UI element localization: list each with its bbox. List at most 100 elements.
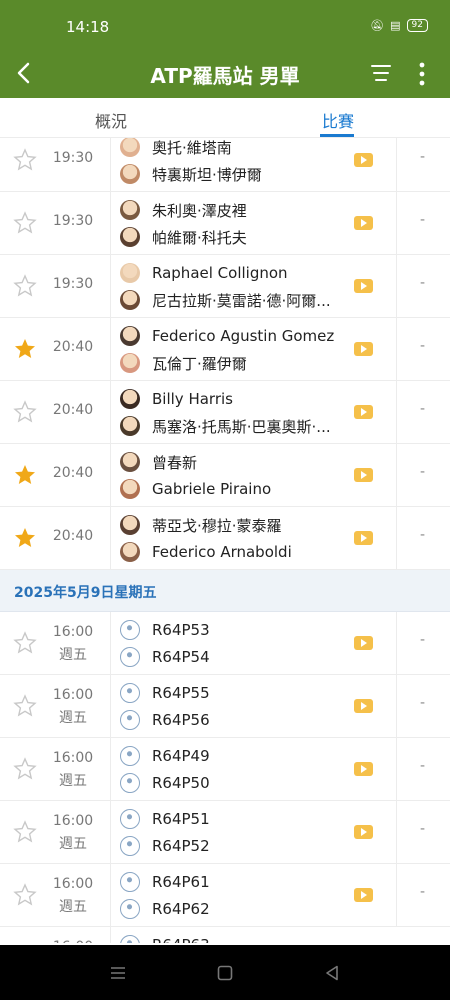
divider bbox=[396, 738, 397, 801]
star-outline-icon[interactable] bbox=[13, 883, 37, 907]
battery-icon: 92 bbox=[406, 19, 428, 32]
video-icon[interactable] bbox=[354, 699, 373, 713]
player-placeholder-icon bbox=[120, 773, 140, 793]
app-header: 14:18 🔕︎ ▤ 92 ATP羅馬站 男單 bbox=[0, 0, 450, 98]
player: 帕維爾·科托夫 bbox=[120, 225, 247, 249]
match-row[interactable]: 16:00週五R64P63 bbox=[0, 927, 450, 943]
video-icon[interactable] bbox=[354, 279, 373, 293]
match-list[interactable]: 19:30 奧托·維塔南 特裏斯坦·博伊爾 - 19:30 朱利奧·澤皮裡帕維爾·科托夫 -… bbox=[0, 138, 450, 943]
divider bbox=[396, 864, 397, 927]
video-icon[interactable] bbox=[354, 888, 373, 902]
video-icon[interactable] bbox=[354, 405, 373, 419]
player-avatar bbox=[120, 452, 140, 472]
match-score: - bbox=[420, 884, 426, 900]
match-time: 16:00 bbox=[52, 687, 94, 703]
signal-icon: ▤ bbox=[390, 19, 401, 32]
match-row[interactable]: 20:40 蒂亞戈·穆拉·蒙泰羅 Federico Arnaboldi - bbox=[0, 507, 450, 570]
match-row[interactable]: 20:40 Federico Agustin Gomez 瓦倫丁·羅伊爾 - bbox=[0, 318, 450, 381]
player-name: 馬塞洛·托馬斯·巴裏奧斯·... bbox=[152, 417, 331, 436]
video-icon[interactable] bbox=[354, 636, 373, 650]
player-placeholder-icon bbox=[120, 872, 140, 892]
player-placeholder-icon bbox=[120, 746, 140, 766]
divider bbox=[110, 255, 111, 318]
player-avatar bbox=[120, 263, 140, 283]
player-name: R64P53 bbox=[152, 621, 210, 639]
match-row[interactable]: 20:40 曾春新 Gabriele Piraino - bbox=[0, 444, 450, 507]
video-icon[interactable] bbox=[354, 153, 373, 167]
match-row[interactable]: 16:00 週五 R64P53 R64P54 - bbox=[0, 612, 450, 675]
match-row[interactable]: 19:30 朱利奧·澤皮裡 帕維爾·科托夫 - bbox=[0, 192, 450, 255]
match-row[interactable]: 19:30 奧托·維塔南 特裏斯坦·博伊爾 - bbox=[0, 138, 450, 192]
divider bbox=[396, 444, 397, 507]
video-icon[interactable] bbox=[354, 531, 373, 545]
video-icon[interactable] bbox=[354, 762, 373, 776]
star-outline-icon[interactable] bbox=[13, 148, 37, 172]
star-outline-icon[interactable] bbox=[13, 274, 37, 298]
star-filled-icon[interactable] bbox=[13, 337, 37, 361]
match-time: 19:30 bbox=[52, 213, 94, 229]
mute-icon: 🔕︎ bbox=[370, 19, 385, 32]
star-outline-icon[interactable] bbox=[13, 631, 37, 655]
player: R64P63 bbox=[120, 933, 210, 943]
player-name: Raphael Collignon bbox=[152, 264, 288, 282]
home-icon[interactable] bbox=[215, 963, 235, 983]
match-row[interactable]: 16:00 週五 R64P55 R64P56 - bbox=[0, 675, 450, 738]
player-name: Gabriele Piraino bbox=[152, 480, 272, 498]
tab-overview[interactable]: 概況 bbox=[95, 108, 127, 132]
divider bbox=[396, 138, 397, 192]
video-icon[interactable] bbox=[354, 216, 373, 230]
more-icon[interactable] bbox=[412, 60, 432, 88]
player: 尼古拉斯·莫雷諾·德·阿爾... bbox=[120, 288, 331, 312]
star-outline-icon[interactable] bbox=[13, 694, 37, 718]
star-outline-icon[interactable] bbox=[13, 211, 37, 235]
player-avatar bbox=[120, 389, 140, 409]
video-icon[interactable] bbox=[354, 825, 373, 839]
star-filled-icon[interactable] bbox=[13, 526, 37, 550]
match-score: - bbox=[420, 338, 426, 354]
player-name: 朱利奧·澤皮裡 bbox=[152, 201, 247, 220]
match-score: - bbox=[420, 275, 426, 291]
player: R64P50 bbox=[120, 771, 210, 795]
menu-icon[interactable] bbox=[108, 963, 128, 983]
player-placeholder-icon bbox=[120, 620, 140, 640]
player: 朱利奧·澤皮裡 bbox=[120, 198, 247, 222]
player-placeholder-icon bbox=[120, 899, 140, 919]
match-day: 週五 bbox=[59, 899, 87, 915]
star-filled-icon[interactable] bbox=[13, 463, 37, 487]
star-outline-icon[interactable] bbox=[13, 820, 37, 844]
player-avatar bbox=[120, 290, 140, 310]
player-placeholder-icon bbox=[120, 836, 140, 856]
active-tab-indicator bbox=[320, 134, 354, 137]
filter-icon[interactable] bbox=[370, 62, 392, 84]
player: Raphael Collignon bbox=[120, 261, 288, 285]
star-outline-icon[interactable] bbox=[13, 757, 37, 781]
match-row[interactable]: 20:40 Billy Harris 馬塞洛·托馬斯·巴裏奧斯·... - bbox=[0, 381, 450, 444]
player: R64P55 bbox=[120, 681, 210, 705]
back-nav-icon[interactable] bbox=[322, 963, 342, 983]
match-time: 19:30 bbox=[52, 276, 94, 292]
player-avatar bbox=[120, 326, 140, 346]
match-row[interactable]: 16:00 週五 R64P51 R64P52 - bbox=[0, 801, 450, 864]
status-icons: 🔕︎ ▤ 92 bbox=[370, 19, 428, 32]
match-row[interactable]: 16:00 週五 R64P49 R64P50 - bbox=[0, 738, 450, 801]
match-score: - bbox=[420, 758, 426, 774]
divider bbox=[110, 507, 111, 570]
date-header: 2025年5月9日星期五 bbox=[0, 570, 450, 612]
player-avatar bbox=[120, 416, 140, 436]
system-nav-bar bbox=[0, 945, 450, 1000]
match-row[interactable]: 16:00 週五 R64P61 R64P62 - bbox=[0, 864, 450, 927]
tab-matches[interactable]: 比賽 bbox=[322, 108, 354, 132]
player-avatar bbox=[120, 515, 140, 535]
match-row[interactable]: 19:30 Raphael Collignon 尼古拉斯·莫雷諾·德·阿爾... - bbox=[0, 255, 450, 318]
match-day: 週五 bbox=[59, 773, 87, 789]
player: Billy Harris bbox=[120, 387, 233, 411]
video-icon[interactable] bbox=[354, 342, 373, 356]
player-name: Billy Harris bbox=[152, 390, 233, 408]
player: R64P53 bbox=[120, 618, 210, 642]
player-name: Federico Agustin Gomez bbox=[152, 327, 335, 345]
video-icon[interactable] bbox=[354, 468, 373, 482]
player: Federico Arnaboldi bbox=[120, 540, 292, 564]
player: R64P61 bbox=[120, 870, 210, 894]
star-outline-icon[interactable] bbox=[13, 400, 37, 424]
player: R64P56 bbox=[120, 708, 210, 732]
